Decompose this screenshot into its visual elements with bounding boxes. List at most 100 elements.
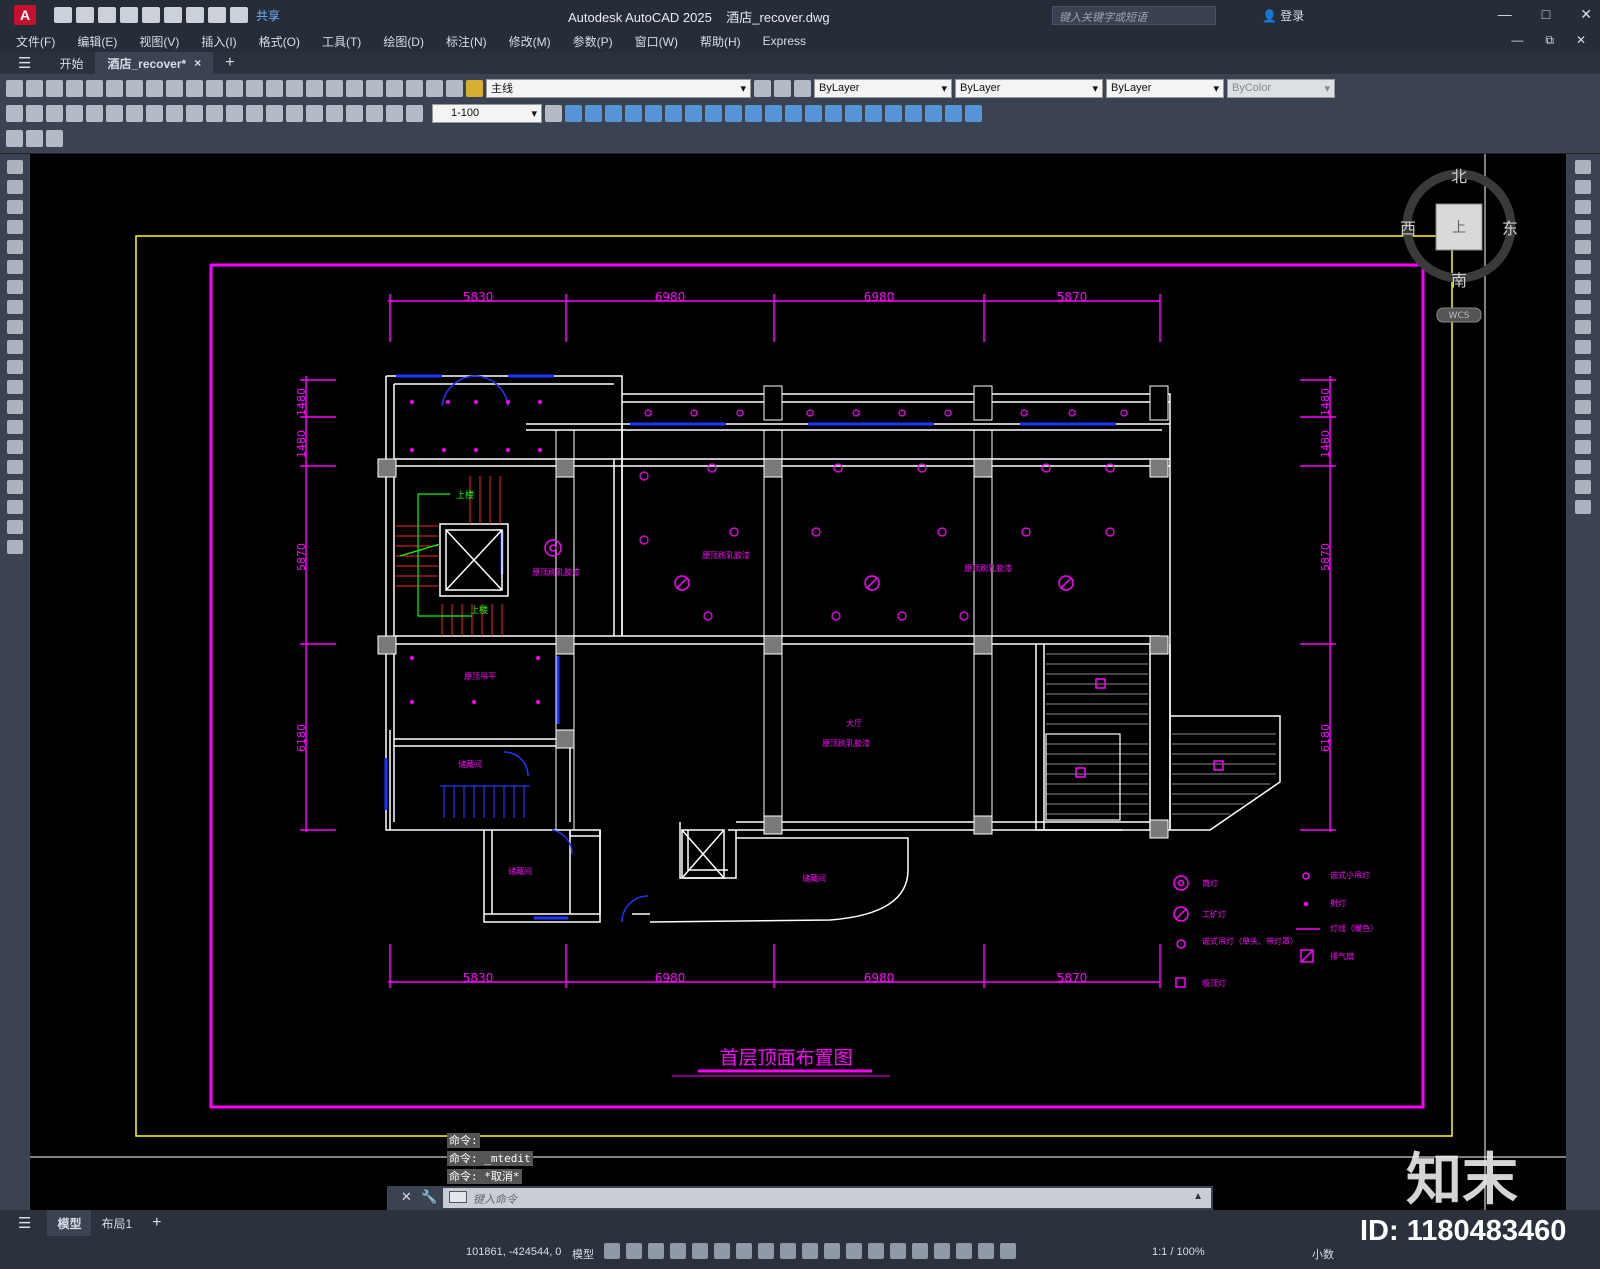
layer-dropdown[interactable]: 主线 ▾ bbox=[486, 78, 751, 98]
dim-edit-icon[interactable] bbox=[346, 104, 363, 122]
insert-block-icon[interactable] bbox=[7, 380, 23, 394]
lineweight-icon[interactable] bbox=[802, 1243, 818, 1259]
hamburger-icon[interactable]: ☰ bbox=[18, 1214, 31, 1232]
viewcube-east[interactable]: 东 bbox=[1502, 219, 1518, 238]
scale-list-icon[interactable] bbox=[545, 104, 562, 122]
stretch-icon[interactable] bbox=[1575, 320, 1591, 334]
open-icon[interactable] bbox=[26, 79, 43, 97]
menu-tools[interactable]: 工具(T) bbox=[322, 33, 361, 50]
preview-icon[interactable] bbox=[86, 79, 103, 97]
menu-help[interactable]: 帮助(H) bbox=[700, 33, 741, 50]
ellipse-icon[interactable] bbox=[7, 340, 23, 354]
menu-window[interactable]: 窗口(W) bbox=[635, 33, 678, 50]
sheet-set-icon[interactable] bbox=[386, 79, 403, 97]
grid-icon[interactable] bbox=[604, 1243, 620, 1259]
view-bottom-icon[interactable] bbox=[585, 104, 602, 122]
annotation-scale-icon[interactable] bbox=[1000, 1243, 1016, 1259]
hamburger-icon[interactable]: ☰ bbox=[18, 54, 31, 72]
plot-icon[interactable] bbox=[186, 7, 204, 23]
drawing-canvas[interactable]: 5830 6980 6980 5870 5830 6980 6980 5870 … bbox=[30, 154, 1566, 1210]
menu-format[interactable]: 格式(O) bbox=[259, 33, 300, 50]
new-icon[interactable] bbox=[54, 7, 72, 23]
block-save-icon[interactable] bbox=[26, 129, 43, 147]
dim-angular-icon[interactable] bbox=[146, 104, 163, 122]
dim-text-edit-icon[interactable] bbox=[366, 104, 383, 122]
viewcube[interactable]: 上 北 南 东 西 WCS bbox=[1400, 167, 1518, 323]
menu-draw[interactable]: 绘图(D) bbox=[383, 33, 424, 50]
dim-arc-icon[interactable] bbox=[46, 104, 63, 122]
calculator-icon[interactable] bbox=[406, 79, 423, 97]
ellipse-arc-icon[interactable] bbox=[7, 360, 23, 374]
layer-previous-icon[interactable] bbox=[774, 79, 791, 97]
view-top-icon[interactable] bbox=[565, 104, 582, 122]
tool-palette-icon[interactable] bbox=[366, 79, 383, 97]
blend-icon[interactable] bbox=[1575, 480, 1591, 494]
dim-break-icon[interactable] bbox=[246, 104, 263, 122]
jogged-linear-icon[interactable] bbox=[326, 104, 343, 122]
auto-scale-icon[interactable] bbox=[978, 1243, 994, 1259]
transparency-icon[interactable] bbox=[824, 1243, 840, 1259]
3d-osnap-icon[interactable] bbox=[868, 1243, 884, 1259]
design-center-icon[interactable] bbox=[346, 79, 363, 97]
dim-space-icon[interactable] bbox=[226, 104, 243, 122]
dim-aligned-icon[interactable] bbox=[26, 104, 43, 122]
model-space-toggle[interactable]: 模型 bbox=[572, 1246, 594, 1262]
doc-restore-icon[interactable]: ⧉ bbox=[1545, 33, 1554, 48]
construction-line-icon[interactable] bbox=[7, 180, 23, 194]
erase-icon[interactable] bbox=[1575, 160, 1591, 174]
break-icon[interactable] bbox=[1575, 400, 1591, 414]
help-icon[interactable] bbox=[426, 79, 443, 97]
ucs-previous-icon[interactable] bbox=[825, 104, 842, 122]
viewcube-west[interactable]: 西 bbox=[1400, 219, 1416, 238]
tolerance-icon[interactable] bbox=[266, 104, 283, 122]
polygon-icon[interactable] bbox=[7, 220, 23, 234]
polyline-icon[interactable] bbox=[7, 200, 23, 214]
ortho-icon[interactable] bbox=[692, 1243, 708, 1259]
block-editor-icon[interactable] bbox=[6, 129, 23, 147]
menu-insert[interactable]: 插入(I) bbox=[201, 33, 236, 50]
view-front-icon[interactable] bbox=[645, 104, 662, 122]
hatch-icon[interactable] bbox=[7, 440, 23, 454]
scale-icon[interactable] bbox=[1575, 300, 1591, 314]
pan-icon[interactable] bbox=[246, 79, 263, 97]
open-web-icon[interactable] bbox=[142, 7, 160, 23]
region-icon[interactable] bbox=[7, 480, 23, 494]
maximize-icon[interactable]: □ bbox=[1542, 6, 1550, 23]
open-icon[interactable] bbox=[76, 7, 94, 23]
search-input[interactable]: 键入关键字或短语 bbox=[1052, 6, 1216, 25]
layer-state-icon[interactable] bbox=[794, 79, 811, 97]
dim-jogged-icon[interactable] bbox=[106, 104, 123, 122]
ucs-view-icon[interactable] bbox=[885, 104, 902, 122]
redo-icon[interactable] bbox=[226, 79, 243, 97]
viewcube-south[interactable]: 南 bbox=[1451, 271, 1467, 290]
publish-icon[interactable] bbox=[106, 79, 123, 97]
undo-icon[interactable] bbox=[206, 79, 223, 97]
view-back-icon[interactable] bbox=[665, 104, 682, 122]
dim-ordinate-icon[interactable] bbox=[66, 104, 83, 122]
isometric-icon[interactable] bbox=[736, 1243, 752, 1259]
tab-add-button[interactable]: + bbox=[213, 52, 246, 74]
chamfer-icon[interactable] bbox=[1575, 440, 1591, 454]
menu-express[interactable]: Express bbox=[763, 34, 806, 48]
block-close-icon[interactable] bbox=[46, 129, 63, 147]
view-left-icon[interactable] bbox=[605, 104, 622, 122]
menu-modify[interactable]: 修改(M) bbox=[509, 33, 551, 50]
point-icon[interactable] bbox=[7, 420, 23, 434]
save-icon[interactable] bbox=[98, 7, 116, 23]
mtext-icon[interactable] bbox=[7, 520, 23, 534]
ucs-icon[interactable] bbox=[785, 104, 802, 122]
add-layout-button[interactable]: + bbox=[142, 1210, 171, 1236]
menu-file[interactable]: 文件(F) bbox=[16, 33, 55, 50]
dim-baseline-icon[interactable] bbox=[186, 104, 203, 122]
wrench-icon[interactable]: 🔧 bbox=[421, 1189, 437, 1205]
extend-icon[interactable] bbox=[1575, 360, 1591, 374]
view-ne-icon[interactable] bbox=[725, 104, 742, 122]
close-icon[interactable]: ✕ bbox=[401, 1189, 412, 1205]
doc-minimize-icon[interactable]: — bbox=[1511, 33, 1523, 48]
move-icon[interactable] bbox=[1575, 260, 1591, 274]
dim-radius-icon[interactable] bbox=[86, 104, 103, 122]
match-icon[interactable] bbox=[186, 79, 203, 97]
dim-diameter-icon[interactable] bbox=[126, 104, 143, 122]
spline-icon[interactable] bbox=[7, 320, 23, 334]
view-se-icon[interactable] bbox=[705, 104, 722, 122]
